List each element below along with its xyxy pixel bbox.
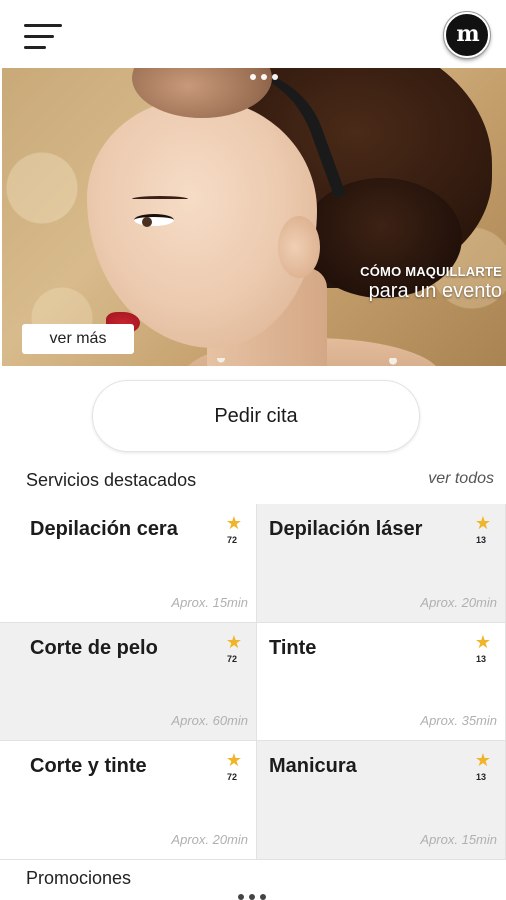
carousel-dot[interactable] bbox=[249, 894, 255, 900]
carousel-dots[interactable] bbox=[250, 74, 278, 80]
carousel-dot[interactable] bbox=[260, 894, 266, 900]
services-grid: Depilación cera ★ 72 Aprox. 15min Depila… bbox=[0, 504, 506, 860]
star-icon: ★ bbox=[474, 632, 491, 652]
service-card[interactable]: Manicura ★ 13 Aprox. 15min bbox=[257, 741, 506, 860]
service-card[interactable]: Corte y tinte ★ 72 Aprox. 20min bbox=[0, 741, 257, 860]
carousel-dot[interactable] bbox=[272, 74, 278, 80]
service-duration: Aprox. 15min bbox=[420, 832, 497, 847]
hamburger-menu-icon[interactable] bbox=[24, 22, 64, 52]
rating-count: 13 bbox=[475, 535, 486, 545]
service-card[interactable]: Depilación láser ★ 13 Aprox. 20min bbox=[257, 504, 506, 623]
rating-count: 13 bbox=[475, 772, 486, 782]
carousel-dot[interactable] bbox=[261, 74, 267, 80]
section-title: Servicios destacados bbox=[26, 470, 197, 490]
see-more-button[interactable]: ver más bbox=[22, 324, 134, 354]
featured-services-header: Servicios destacados ver todos bbox=[0, 466, 506, 500]
service-duration: Aprox. 20min bbox=[420, 595, 497, 610]
rating-count: 72 bbox=[226, 535, 237, 545]
service-card[interactable]: Depilación cera ★ 72 Aprox. 15min bbox=[0, 504, 257, 623]
promotions-title: Promociones bbox=[26, 868, 132, 888]
brand-logo[interactable]: m bbox=[443, 11, 491, 59]
carousel-dot[interactable] bbox=[238, 894, 244, 900]
service-card[interactable]: Corte de pelo ★ 72 Aprox. 60min bbox=[0, 623, 257, 741]
service-name: Corte y tinte bbox=[30, 755, 147, 777]
service-duration: Aprox. 20min bbox=[171, 832, 248, 847]
star-icon: ★ bbox=[225, 513, 242, 533]
star-icon: ★ bbox=[225, 750, 242, 770]
service-card[interactable]: Tinte ★ 13 Aprox. 35min bbox=[257, 623, 506, 741]
book-appointment-button[interactable]: Pedir cita bbox=[92, 380, 420, 452]
app-header: m bbox=[0, 0, 506, 68]
service-name: Corte de pelo bbox=[30, 637, 158, 659]
carousel-dot[interactable] bbox=[250, 74, 256, 80]
service-duration: Aprox. 35min bbox=[420, 713, 497, 728]
star-icon: ★ bbox=[225, 632, 242, 652]
service-duration: Aprox. 60min bbox=[171, 713, 248, 728]
star-icon: ★ bbox=[474, 513, 491, 533]
star-icon: ★ bbox=[474, 750, 491, 770]
service-name: Depilación cera bbox=[30, 518, 178, 540]
rating-count: 72 bbox=[226, 654, 237, 664]
banner-title: CÓMO MAQUILLARTE para un evento bbox=[360, 264, 502, 303]
service-name: Manicura bbox=[269, 755, 357, 777]
rating-count: 72 bbox=[226, 772, 237, 782]
service-duration: Aprox. 15min bbox=[171, 595, 248, 610]
service-name: Tinte bbox=[269, 637, 317, 659]
see-all-link[interactable]: ver todos bbox=[428, 470, 494, 488]
promotions-carousel-dots[interactable] bbox=[238, 894, 266, 900]
logo-text: m bbox=[456, 20, 479, 47]
promo-banner[interactable]: CÓMO MAQUILLARTE para un evento ver más bbox=[2, 68, 506, 366]
rating-count: 13 bbox=[475, 654, 486, 664]
service-name: Depilación láser bbox=[269, 518, 423, 540]
banner-title-line2: para un evento bbox=[368, 280, 502, 302]
banner-title-line1: CÓMO MAQUILLARTE bbox=[360, 264, 502, 279]
